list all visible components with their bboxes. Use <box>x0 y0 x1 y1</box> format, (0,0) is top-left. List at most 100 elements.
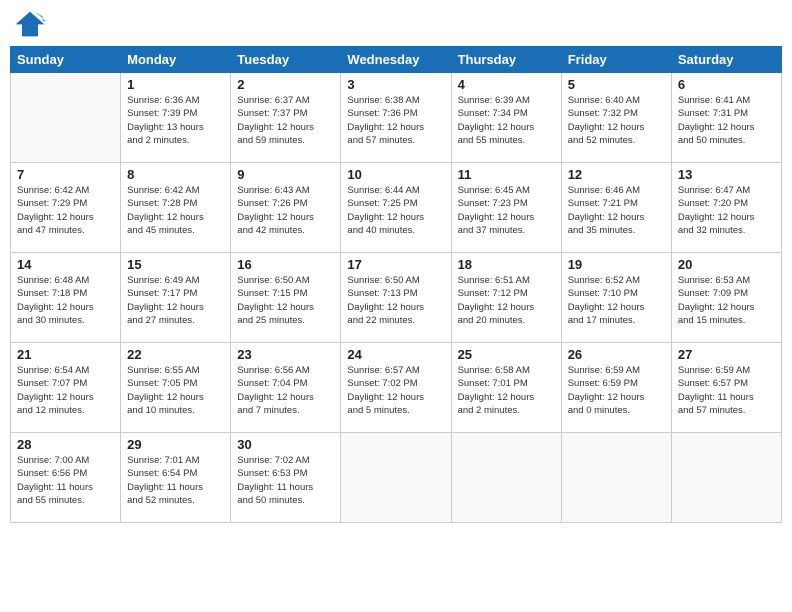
day-info: Sunrise: 6:50 AM Sunset: 7:13 PM Dayligh… <box>347 274 444 327</box>
calendar-cell: 24Sunrise: 6:57 AM Sunset: 7:02 PM Dayli… <box>341 343 451 433</box>
day-number: 12 <box>568 167 665 182</box>
day-info: Sunrise: 6:38 AM Sunset: 7:36 PM Dayligh… <box>347 94 444 147</box>
calendar-cell: 13 Sunrise: 6:47 AM Sunset: 7:20 PM Dayli… <box>671 163 781 253</box>
calendar-cell: 21 Sunrise: 6:54 AM Sunset: 7:07 PM Dayli… <box>11 343 121 433</box>
day-number: 9 <box>237 167 334 182</box>
calendar-cell: 1 Sunrise: 6:36 AM Sunset: 7:39 PM Daylig… <box>121 73 231 163</box>
day-number: 11 <box>458 167 555 182</box>
day-info: Sunrise: 6:50 AM Sunset: 7:15 PM Dayligh… <box>237 274 334 327</box>
calendar-cell: 10 Sunrise: 6:44 AM Sunset: 7:25 PM Dayli… <box>341 163 451 253</box>
calendar-cell: 8 Sunrise: 6:42 AM Sunset: 7:28 PM Daylig… <box>121 163 231 253</box>
day-info: Sunrise: 6:44 AM Sunset: 7:25 PM Dayligh… <box>347 184 444 237</box>
day-info: Sunrise: 7:00 AM Sunset: 6:56 PM Dayligh… <box>17 454 114 507</box>
day-info: Sunrise: 6:45 AM Sunset: 7:23 PM Dayligh… <box>458 184 555 237</box>
calendar-cell: 7 Sunrise: 6:42 AM Sunset: 7:29 PM Daylig… <box>11 163 121 253</box>
day-number: 13 <box>678 167 775 182</box>
day-number: 2 <box>237 77 334 92</box>
col-header-wednesday: Wednesday <box>341 47 451 73</box>
day-info: Sunrise: 6:39 AM Sunset: 7:34 PM Dayligh… <box>458 94 555 147</box>
calendar-week-4: 21 Sunrise: 6:54 AM Sunset: 7:07 PM Dayli… <box>11 343 782 433</box>
calendar-cell: 11 Sunrise: 6:45 AM Sunset: 7:23 PM Dayli… <box>451 163 561 253</box>
day-number: 24 <box>347 347 444 362</box>
calendar-cell: 6 Sunrise: 6:41 AM Sunset: 7:31 PM Daylig… <box>671 73 781 163</box>
day-info: Sunrise: 6:59 AM Sunset: 6:59 PM Dayligh… <box>568 364 665 417</box>
day-info: Sunrise: 6:58 AM Sunset: 7:01 PM Dayligh… <box>458 364 555 417</box>
day-info: Sunrise: 6:37 AM Sunset: 7:37 PM Dayligh… <box>237 94 334 147</box>
day-number: 19 <box>568 257 665 272</box>
calendar-cell <box>341 433 451 523</box>
col-header-friday: Friday <box>561 47 671 73</box>
day-info: Sunrise: 6:52 AM Sunset: 7:10 PM Dayligh… <box>568 274 665 327</box>
day-info: Sunrise: 6:36 AM Sunset: 7:39 PM Dayligh… <box>127 94 224 147</box>
calendar-cell: 30Sunrise: 7:02 AM Sunset: 6:53 PM Dayli… <box>231 433 341 523</box>
calendar-week-2: 7 Sunrise: 6:42 AM Sunset: 7:29 PM Daylig… <box>11 163 782 253</box>
day-number: 6 <box>678 77 775 92</box>
day-info: Sunrise: 6:42 AM Sunset: 7:28 PM Dayligh… <box>127 184 224 237</box>
calendar-cell: 22 Sunrise: 6:55 AM Sunset: 7:05 PM Dayli… <box>121 343 231 433</box>
calendar-cell: 5 Sunrise: 6:40 AM Sunset: 7:32 PM Daylig… <box>561 73 671 163</box>
day-number: 29 <box>127 437 224 452</box>
day-number: 1 <box>127 77 224 92</box>
calendar-cell: 20Sunrise: 6:53 AM Sunset: 7:09 PM Dayli… <box>671 253 781 343</box>
col-header-saturday: Saturday <box>671 47 781 73</box>
day-number: 25 <box>458 347 555 362</box>
day-number: 22 <box>127 347 224 362</box>
day-info: Sunrise: 6:40 AM Sunset: 7:32 PM Dayligh… <box>568 94 665 147</box>
day-number: 16 <box>237 257 334 272</box>
col-header-tuesday: Tuesday <box>231 47 341 73</box>
day-number: 14 <box>17 257 114 272</box>
day-number: 17 <box>347 257 444 272</box>
day-number: 4 <box>458 77 555 92</box>
calendar-cell: 12 Sunrise: 6:46 AM Sunset: 7:21 PM Dayli… <box>561 163 671 253</box>
calendar-week-3: 14 Sunrise: 6:48 AM Sunset: 7:18 PM Dayli… <box>11 253 782 343</box>
day-info: Sunrise: 6:41 AM Sunset: 7:31 PM Dayligh… <box>678 94 775 147</box>
calendar-cell: 17 Sunrise: 6:50 AM Sunset: 7:13 PM Dayli… <box>341 253 451 343</box>
day-number: 28 <box>17 437 114 452</box>
day-info: Sunrise: 6:56 AM Sunset: 7:04 PM Dayligh… <box>237 364 334 417</box>
calendar-cell: 26 Sunrise: 6:59 AM Sunset: 6:59 PM Dayli… <box>561 343 671 433</box>
calendar-cell <box>671 433 781 523</box>
day-info: Sunrise: 6:59 AM Sunset: 6:57 PM Dayligh… <box>678 364 775 417</box>
calendar-cell <box>451 433 561 523</box>
calendar-cell: 19 Sunrise: 6:52 AM Sunset: 7:10 PM Dayli… <box>561 253 671 343</box>
day-number: 20 <box>678 257 775 272</box>
col-header-sunday: Sunday <box>11 47 121 73</box>
day-number: 15 <box>127 257 224 272</box>
calendar-week-5: 28 Sunrise: 7:00 AM Sunset: 6:56 PM Dayli… <box>11 433 782 523</box>
col-header-thursday: Thursday <box>451 47 561 73</box>
day-number: 10 <box>347 167 444 182</box>
calendar-cell: 9 Sunrise: 6:43 AM Sunset: 7:26 PM Daylig… <box>231 163 341 253</box>
calendar: SundayMondayTuesdayWednesdayThursdayFrid… <box>10 46 782 523</box>
calendar-week-1: 1 Sunrise: 6:36 AM Sunset: 7:39 PM Daylig… <box>11 73 782 163</box>
day-info: Sunrise: 6:54 AM Sunset: 7:07 PM Dayligh… <box>17 364 114 417</box>
calendar-cell: 14 Sunrise: 6:48 AM Sunset: 7:18 PM Dayli… <box>11 253 121 343</box>
day-info: Sunrise: 7:02 AM Sunset: 6:53 PM Dayligh… <box>237 454 334 507</box>
day-info: Sunrise: 7:01 AM Sunset: 6:54 PM Dayligh… <box>127 454 224 507</box>
day-number: 5 <box>568 77 665 92</box>
logo-icon <box>14 10 46 38</box>
day-info: Sunrise: 6:47 AM Sunset: 7:20 PM Dayligh… <box>678 184 775 237</box>
page-header <box>10 10 782 38</box>
calendar-cell: 4 Sunrise: 6:39 AM Sunset: 7:34 PM Daylig… <box>451 73 561 163</box>
day-info: Sunrise: 6:46 AM Sunset: 7:21 PM Dayligh… <box>568 184 665 237</box>
day-number: 23 <box>237 347 334 362</box>
day-number: 27 <box>678 347 775 362</box>
calendar-cell: 29 Sunrise: 7:01 AM Sunset: 6:54 PM Dayli… <box>121 433 231 523</box>
day-number: 18 <box>458 257 555 272</box>
calendar-cell: 27 Sunrise: 6:59 AM Sunset: 6:57 PM Dayli… <box>671 343 781 433</box>
calendar-cell: 3Sunrise: 6:38 AM Sunset: 7:36 PM Daylig… <box>341 73 451 163</box>
day-number: 7 <box>17 167 114 182</box>
calendar-cell <box>561 433 671 523</box>
day-number: 26 <box>568 347 665 362</box>
day-info: Sunrise: 6:55 AM Sunset: 7:05 PM Dayligh… <box>127 364 224 417</box>
day-number: 21 <box>17 347 114 362</box>
calendar-cell: 2 Sunrise: 6:37 AM Sunset: 7:37 PM Daylig… <box>231 73 341 163</box>
logo <box>14 10 50 38</box>
calendar-cell: 18Sunrise: 6:51 AM Sunset: 7:12 PM Dayli… <box>451 253 561 343</box>
col-header-monday: Monday <box>121 47 231 73</box>
day-number: 8 <box>127 167 224 182</box>
day-info: Sunrise: 6:42 AM Sunset: 7:29 PM Dayligh… <box>17 184 114 237</box>
calendar-cell <box>11 73 121 163</box>
day-info: Sunrise: 6:48 AM Sunset: 7:18 PM Dayligh… <box>17 274 114 327</box>
day-info: Sunrise: 6:43 AM Sunset: 7:26 PM Dayligh… <box>237 184 334 237</box>
